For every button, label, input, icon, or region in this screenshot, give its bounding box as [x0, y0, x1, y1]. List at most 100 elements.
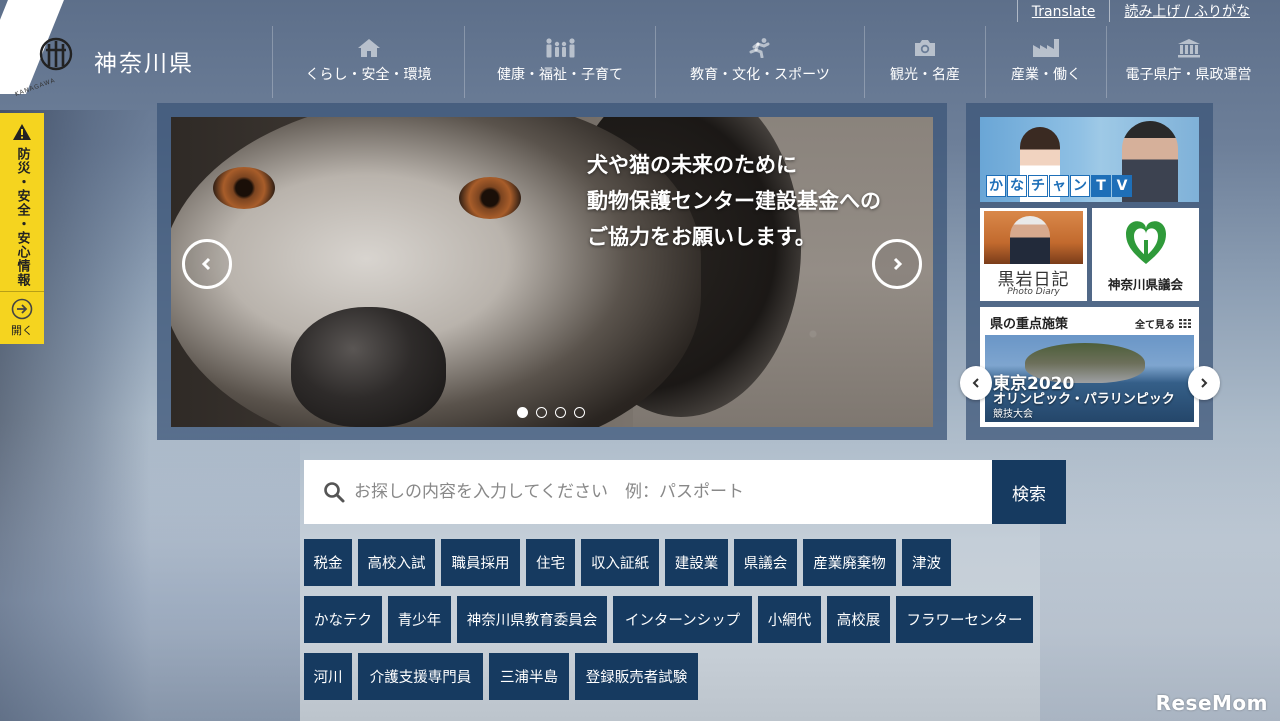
dog-eye-left	[213, 167, 275, 209]
carousel-slide[interactable]: 犬や猫の未来のために 動物保護センター建設基金への ご協力をお願いします。	[171, 117, 933, 427]
dog-nose	[291, 307, 446, 427]
main-carousel: 犬や猫の未来のために 動物保護センター建設基金への ご協力をお願いします。	[157, 103, 947, 440]
tv-char: か	[986, 175, 1006, 197]
carousel-dot[interactable]	[536, 407, 547, 418]
keyword-tag[interactable]: 職員採用	[441, 539, 520, 586]
nav-label: 健康・福祉・子育て	[497, 67, 623, 83]
keyword-tag[interactable]: 高校入試	[358, 539, 435, 586]
popular-keywords: 税金 高校入試 職員採用 住宅 収入証紙 建設業 県議会 産業廃棄物 津波 かな…	[304, 539, 1084, 710]
disaster-open-label: 開く	[11, 324, 33, 337]
diary-person	[1010, 216, 1050, 264]
view-all-link[interactable]: 全て見る	[1135, 316, 1191, 331]
keyword-tag[interactable]: 小網代	[758, 596, 821, 643]
keyword-tag[interactable]: 河川	[304, 653, 352, 700]
keyword-tag[interactable]: 住宅	[526, 539, 575, 586]
caption-line: 犬や猫の未来のために	[587, 153, 797, 177]
keyword-tag[interactable]: 青少年	[388, 596, 451, 643]
kanachan-tv-banner[interactable]: か な チ ャ ン T V	[980, 117, 1199, 202]
chevron-right-icon	[1201, 378, 1208, 388]
carousel-prev-button[interactable]	[182, 239, 232, 289]
utility-links: Translate 読み上げ / ふりがな	[1016, 0, 1264, 24]
tv-char: チ	[1028, 175, 1048, 197]
house-icon	[357, 39, 380, 57]
chevron-left-icon	[201, 257, 211, 271]
keyword-row: 税金 高校入試 職員採用 住宅 収入証紙 建設業 県議会 産業廃棄物 津波	[304, 539, 1084, 586]
view-all-label: 全て見る	[1135, 320, 1175, 331]
search-input[interactable]	[354, 482, 974, 502]
nav-item-education[interactable]: 教育・文化・スポーツ	[655, 26, 864, 98]
site-title: 神奈川県	[94, 51, 194, 77]
site-logo[interactable]: KANAGAWA 神奈川県	[0, 0, 270, 100]
photo-diary-banner[interactable]: 黒岩日記 Photo Diary	[980, 208, 1087, 301]
grid-icon	[1179, 319, 1191, 328]
family-icon	[546, 38, 575, 58]
keyword-tag[interactable]: フラワーセンター	[896, 596, 1033, 643]
nav-label: 電子県庁・県政運営	[1125, 67, 1252, 83]
policy-image: 東京2020 オリンピック・パラリンピック 競技大会	[985, 335, 1194, 422]
disaster-divider	[0, 291, 44, 292]
keyword-tag[interactable]: 県議会	[734, 539, 797, 586]
key-policy-card[interactable]: 県の重点施策 全て見る 東京2020 オリンピック・パラリンピック 競技大会	[980, 307, 1199, 427]
read-aloud-link[interactable]: 読み上げ / ふりがな	[1109, 0, 1264, 22]
keyword-tag[interactable]: 介護支援専門員	[358, 653, 483, 700]
chevron-left-icon	[972, 378, 979, 388]
assembly-title: 神奈川県議会	[1107, 277, 1183, 292]
policy-prev-button[interactable]	[960, 366, 992, 400]
carousel-dot[interactable]	[555, 407, 566, 418]
diary-subtitle: Photo Diary	[1007, 287, 1060, 297]
nav-item-industry[interactable]: 産業・働く	[985, 26, 1106, 98]
keyword-tag[interactable]: 登録販売者試験	[575, 653, 698, 700]
disaster-info-tab[interactable]: 防災・安全・安心情報 開く	[0, 113, 44, 344]
keyword-tag[interactable]: 津波	[902, 539, 951, 586]
carousel-dot[interactable]	[517, 407, 528, 418]
keyword-tag[interactable]: かなテク	[304, 596, 382, 643]
tv-char: ン	[1070, 175, 1090, 197]
translate-link[interactable]: Translate	[1016, 0, 1110, 22]
watermark: ReseMom	[1155, 691, 1268, 715]
tv-char: な	[1007, 175, 1027, 197]
keyword-tag[interactable]: 三浦半島	[489, 653, 569, 700]
search-button[interactable]: 検索	[992, 460, 1066, 524]
nav-item-living[interactable]: くらし・安全・環境	[272, 26, 464, 98]
tv-char: V	[1112, 175, 1132, 197]
search-box	[304, 460, 992, 524]
assembly-emblem-icon	[1126, 221, 1166, 264]
carousel-dots	[517, 407, 585, 418]
policy-heading: 県の重点施策	[990, 317, 1069, 332]
runner-icon	[749, 38, 770, 58]
keyword-tag[interactable]: 高校展	[827, 596, 890, 643]
keyword-tag[interactable]: 産業廃棄物	[803, 539, 896, 586]
nav-label: 産業・働く	[1011, 67, 1081, 83]
carousel-dot[interactable]	[574, 407, 585, 418]
prefectural-assembly-banner[interactable]: 神奈川県議会	[1092, 208, 1199, 301]
factory-icon	[1033, 39, 1059, 57]
camera-icon	[915, 40, 935, 56]
keyword-tag[interactable]: インターンシップ	[613, 596, 752, 643]
tv-title: か な チ ャ ン T V	[986, 175, 1133, 197]
keyword-tag[interactable]: 神奈川県教育委員会	[457, 596, 607, 643]
keyword-row: かなテク 青少年 神奈川県教育委員会 インターンシップ 小網代 高校展 フラワー…	[304, 596, 1084, 643]
nav-label: くらし・安全・環境	[305, 67, 432, 83]
slide-caption: 犬や猫の未来のために 動物保護センター建設基金への ご協力をお願いします。	[587, 147, 881, 255]
tv-char: ャ	[1049, 175, 1069, 197]
policy-next-button[interactable]	[1188, 366, 1220, 400]
government-building-icon	[1177, 39, 1200, 58]
background-building-lower	[0, 420, 300, 721]
nav-label: 教育・文化・スポーツ	[690, 67, 830, 83]
main-nav: くらし・安全・環境 健康・福祉・子育て 教育・文化・スポーツ 観光・名産 産業・…	[272, 26, 1270, 98]
tv-char: T	[1091, 175, 1111, 197]
nav-label: 観光・名産	[890, 67, 960, 83]
caption-line: ご協力をお願いします。	[587, 225, 816, 249]
chevron-right-icon	[893, 257, 903, 271]
keyword-tag[interactable]: 税金	[304, 539, 352, 586]
kanagawa-emblem-icon	[39, 37, 73, 71]
policy-line3: 競技大会	[993, 409, 1033, 420]
keyword-tag[interactable]: 建設業	[665, 539, 728, 586]
nav-item-tourism[interactable]: 観光・名産	[864, 26, 985, 98]
warning-icon	[13, 124, 31, 140]
keyword-tag[interactable]: 収入証紙	[581, 539, 659, 586]
nav-item-government[interactable]: 電子県庁・県政運営	[1106, 26, 1270, 98]
nav-item-health[interactable]: 健康・福祉・子育て	[464, 26, 655, 98]
arrow-right-circle-icon	[11, 298, 33, 320]
carousel-next-button[interactable]	[872, 239, 922, 289]
